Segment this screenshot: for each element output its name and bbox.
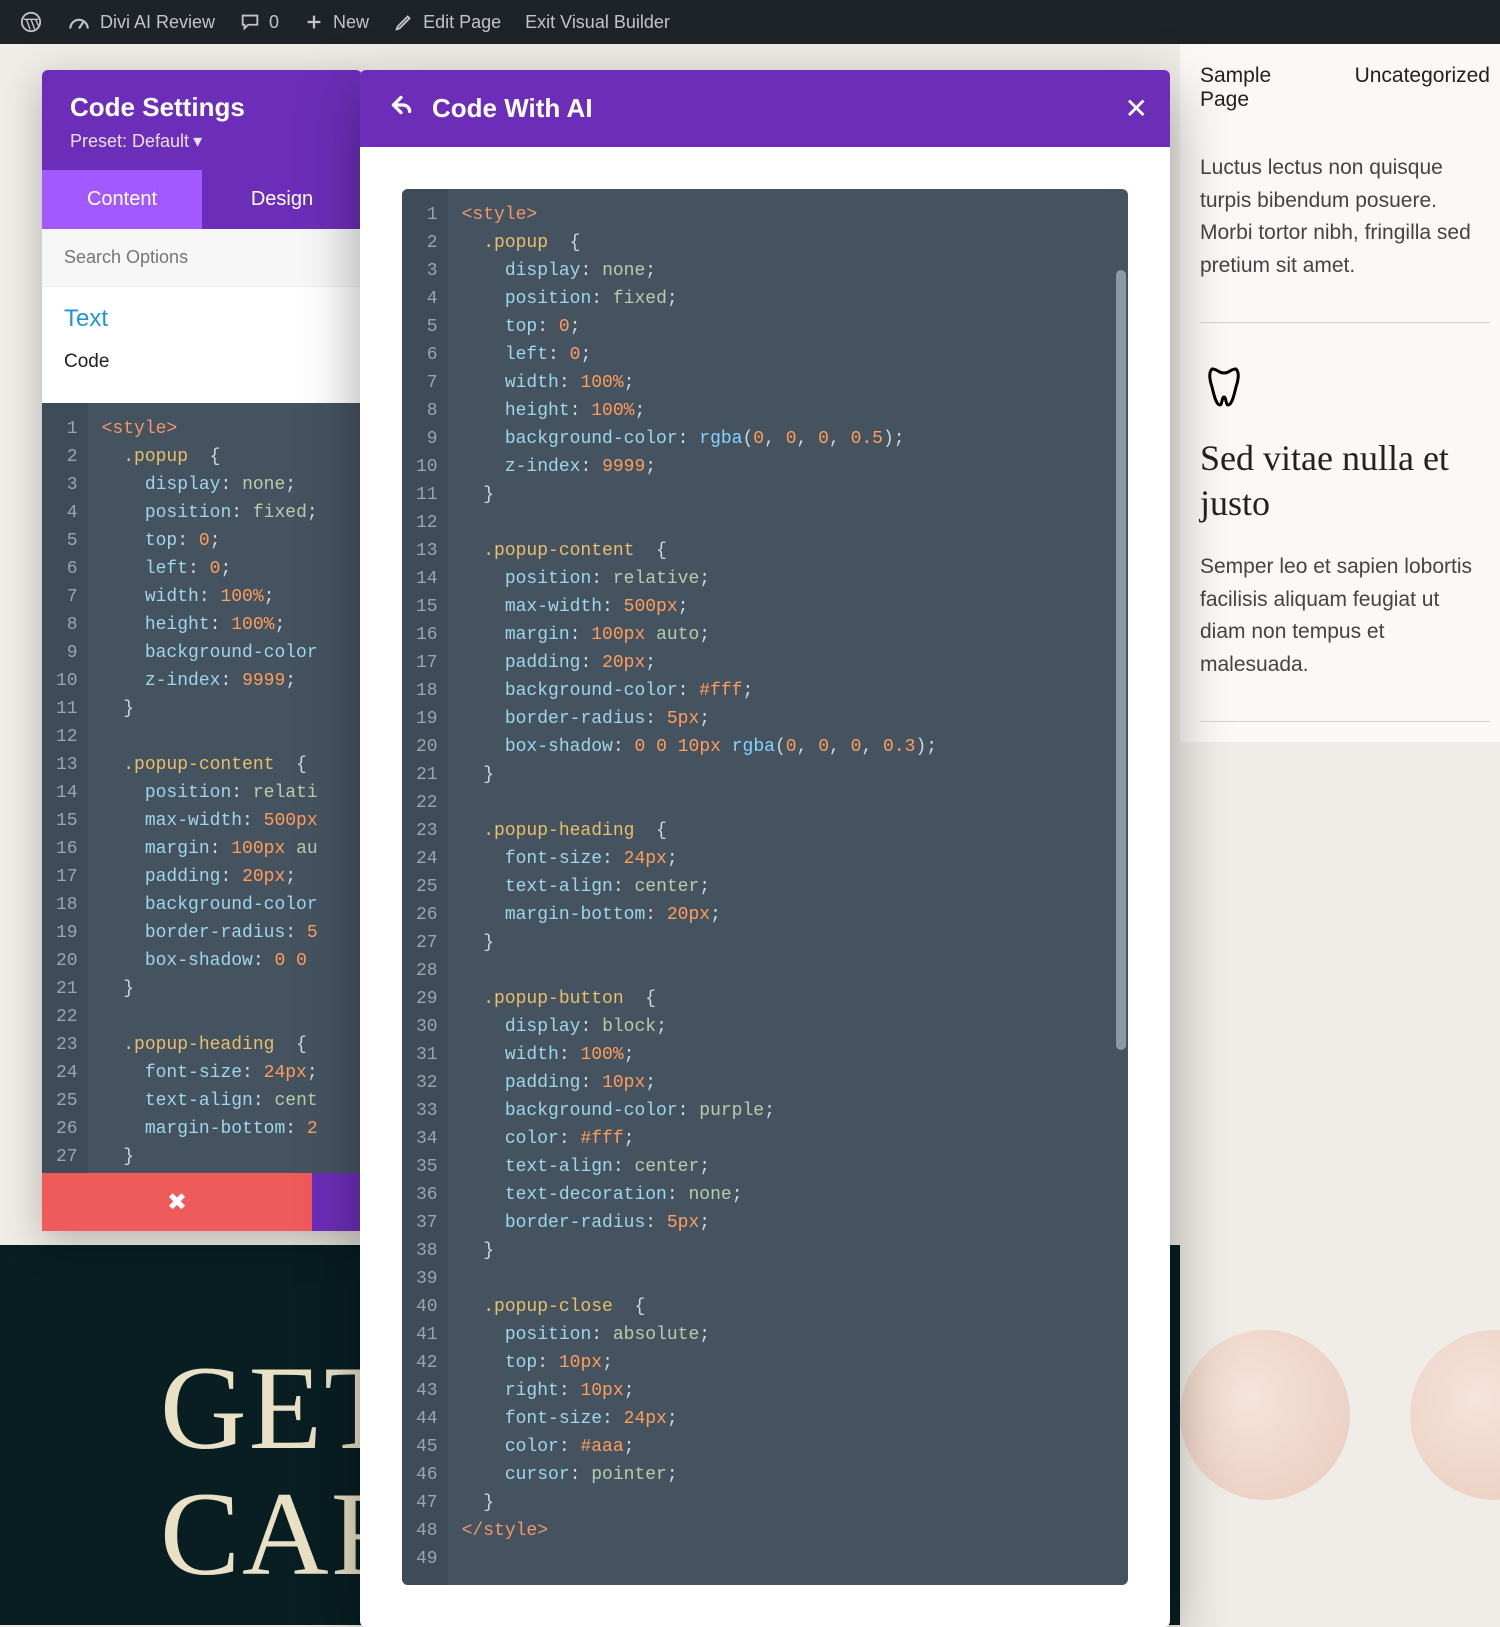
panel-header[interactable]: Code Settings Preset: Default▾ <box>42 70 362 170</box>
preset-selector[interactable]: Preset: Default▾ <box>70 131 334 152</box>
panel-tabs: Content Design <box>42 170 362 229</box>
decorative-circles <box>1180 1330 1500 1500</box>
code-editor-ai[interactable]: 1234567891011121314151617181920212223242… <box>402 189 1128 1585</box>
cancel-button[interactable]: ✖ <box>42 1173 312 1231</box>
wp-comment-count: 0 <box>269 12 279 33</box>
wp-site-link[interactable]: Divi AI Review <box>54 0 227 44</box>
ai-modal-header: Code With AI <box>360 70 1170 147</box>
ai-modal-title: Code With AI <box>432 93 593 124</box>
tooth-icon <box>1200 363 1490 416</box>
site-nav: Sample Page Uncategorized <box>1200 64 1490 112</box>
save-button[interactable] <box>312 1173 362 1231</box>
wp-logo[interactable] <box>8 0 54 44</box>
article-block-2: Sed vitae nulla et justo Semper leo et s… <box>1200 363 1490 722</box>
wp-new[interactable]: New <box>291 0 381 44</box>
nav-uncategorized[interactable]: Uncategorized <box>1355 64 1490 112</box>
scrollbar-thumb[interactable] <box>1116 270 1126 1050</box>
tab-content[interactable]: Content <box>42 170 202 229</box>
wp-admin-bar: Divi AI Review 0 New Edit Page Exit Visu… <box>0 0 1500 44</box>
nav-sample-page[interactable]: Sample Page <box>1200 64 1315 112</box>
search-options-input[interactable] <box>42 229 362 287</box>
code-settings-panel: Code Settings Preset: Default▾ Content D… <box>42 70 362 1231</box>
wp-exit-builder[interactable]: Exit Visual Builder <box>513 0 682 44</box>
tab-design[interactable]: Design <box>202 170 362 229</box>
wp-edit-page[interactable]: Edit Page <box>381 0 513 44</box>
panel-footer: ✖ <box>42 1173 362 1231</box>
wp-comments[interactable]: 0 <box>227 0 291 44</box>
close-icon[interactable]: ✕ <box>1125 92 1148 125</box>
article-body: Luctus lectus non quisque turpis bibendu… <box>1200 152 1490 282</box>
wp-site-name: Divi AI Review <box>100 12 215 33</box>
section-header[interactable]: Text <box>64 305 340 333</box>
panel-title: Code Settings <box>70 92 334 123</box>
code-label: Code <box>64 351 340 373</box>
page-right-column: Sample Page Uncategorized Luctus lectus … <box>1180 44 1500 742</box>
code-with-ai-modal: Code With AI ✕ 1234567891011121314151617… <box>360 70 1170 1627</box>
article-body: Semper leo et sapien lobortis facilisis … <box>1200 551 1490 681</box>
text-section: Text Code <box>42 287 362 403</box>
back-icon[interactable] <box>388 92 414 125</box>
article-title: Sed vitae nulla et justo <box>1200 436 1490 526</box>
article-block-1: Luctus lectus non quisque turpis bibendu… <box>1200 152 1490 323</box>
code-editor-small[interactable]: 1234567891011121314151617181920212223242… <box>42 403 362 1173</box>
